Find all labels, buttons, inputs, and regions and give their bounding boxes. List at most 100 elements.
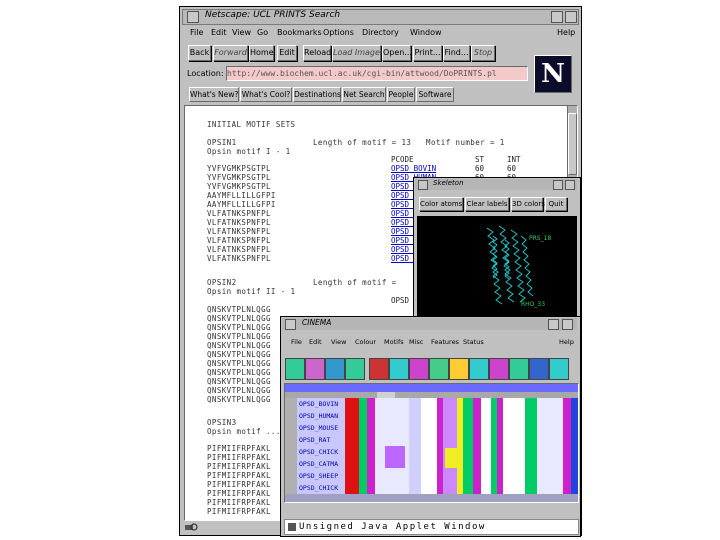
netscape-logo[interactable]: N (534, 55, 572, 93)
open-button[interactable]: Open... (382, 45, 412, 61)
load-images-button[interactable]: Load Images (332, 45, 384, 61)
software-button[interactable]: Software (416, 87, 454, 102)
colour-tool-icon[interactable] (469, 358, 489, 380)
menu-bar: File Edit View Go Bookmarks Options Dire… (184, 27, 578, 41)
reload-button[interactable]: Reload (303, 45, 331, 61)
menu-options[interactable]: Options (323, 28, 354, 37)
motif3-subtitle: Opsin motif ... (207, 427, 281, 436)
find-button[interactable]: Find... (443, 45, 470, 61)
skeleton-window: Skeleton Color atoms Clear labels 3D col… (413, 177, 581, 319)
edit-button[interactable]: Edit (277, 45, 297, 61)
residue-column (473, 398, 481, 502)
maximize-button[interactable] (562, 319, 573, 330)
netscape-title-bar[interactable]: Netscape: UCL PRINTS Search (182, 9, 579, 25)
residue-column (537, 398, 563, 502)
menu-edit[interactable]: Edit (211, 28, 227, 37)
window-menu-button[interactable] (187, 11, 199, 23)
menu-help[interactable]: Help (557, 28, 575, 37)
cinema-menu-view[interactable]: View (331, 338, 346, 346)
menu-file[interactable]: File (190, 28, 203, 37)
sequence-name[interactable]: OPSD_CHICK (299, 484, 338, 492)
sequence-name[interactable]: OPSD_CHICK (299, 448, 338, 456)
print-tool-icon[interactable] (345, 358, 365, 380)
colour-tool-icon[interactable] (389, 358, 409, 380)
back-button[interactable]: Back (188, 45, 211, 61)
cinema-toolbar (285, 357, 577, 380)
menu-go[interactable]: Go (257, 28, 268, 37)
cinema-menu-file[interactable]: File (291, 338, 302, 346)
sequence-row: YVFVGMKPSGTPL (207, 164, 271, 173)
forward-button[interactable]: Forward (213, 45, 248, 61)
cinema-menu-misc[interactable]: Misc (409, 338, 423, 346)
sequence-row: VLFATNKSPNFPL (207, 236, 271, 245)
sequence-name[interactable]: OPSD_SHEEP (299, 472, 338, 480)
whats-cool-button[interactable]: What's Cool? (240, 87, 292, 102)
alignment-view[interactable]: OPSD_BOVIN OPSD_HUMAN OPSD_MOUSE OPSD_RA… (284, 383, 579, 503)
quit-button[interactable]: Quit (545, 197, 567, 211)
color-atoms-button[interactable]: Color atoms (419, 197, 463, 211)
menu-bookmarks[interactable]: Bookmarks (277, 28, 322, 37)
destinations-button[interactable]: Destinations (293, 87, 341, 102)
residue-column (525, 398, 537, 502)
sequence-row: QNSKVTPLNLQGG (207, 305, 271, 314)
cinema-menu-colour[interactable]: Colour (355, 338, 376, 346)
cinema-title-bar[interactable]: CINEMA (282, 318, 577, 330)
load-tool-icon[interactable] (285, 358, 305, 380)
menu-view[interactable]: View (232, 28, 251, 37)
protein-code-link[interactable]: OPSD_BOVIN (391, 164, 436, 173)
menu-window[interactable]: Window (410, 28, 442, 37)
sequence-row: QNSKVTPLNLQGG (207, 323, 271, 332)
security-key-icon[interactable] (184, 522, 198, 532)
clear-labels-button[interactable]: Clear labels (465, 197, 509, 211)
structure-viewer[interactable]: PRS_18 RHO_33 (417, 216, 577, 316)
skeleton-title-bar[interactable]: Skeleton (415, 179, 577, 190)
maximize-button[interactable] (565, 180, 575, 190)
motif2-subtitle: Opsin motif II - 1 (207, 287, 296, 296)
colour-tool-icon[interactable] (409, 358, 429, 380)
sequence-name[interactable]: OPSD_RAT (299, 436, 330, 444)
net-search-button[interactable]: Net Search (342, 87, 386, 102)
find-tool-icon[interactable] (369, 358, 389, 380)
minimize-button[interactable] (553, 180, 563, 190)
sequence-name[interactable]: OPSD_BOVIN (299, 400, 338, 408)
residue-grid[interactable] (345, 398, 578, 502)
cinema-menu-status[interactable]: Status (463, 338, 484, 346)
location-field[interactable]: http://www.biochem.ucl.ac.uk/cgi-bin/att… (226, 66, 528, 81)
sequence-row: PIFMIIFRPFAKL (207, 462, 271, 471)
colour-tool-icon[interactable] (549, 358, 569, 380)
menu-directory[interactable]: Directory (362, 28, 399, 37)
3d-colors-button[interactable]: 3D colors (511, 197, 545, 211)
sequence-row: VLFATNKSPNFPL (207, 245, 271, 254)
residue-label-2: RHO_33 (521, 301, 545, 308)
save-tool-icon[interactable] (325, 358, 345, 380)
residue-column (345, 398, 359, 502)
sequence-name[interactable]: OPSD_MOUSE (299, 424, 338, 432)
sequence-name[interactable]: OPSD_HUMAN (299, 412, 338, 420)
window-menu-button[interactable] (285, 319, 296, 330)
colour-tool-icon[interactable] (509, 358, 529, 380)
cinema-menu-edit[interactable]: Edit (309, 338, 322, 346)
whats-new-button[interactable]: What's New? (189, 87, 239, 102)
sequence-row: QNSKVTPLNLQGG (207, 341, 271, 350)
colour-tool-icon[interactable] (429, 358, 449, 380)
sequence-row: QNSKVTPLNLQGG (207, 350, 271, 359)
page-scroll-thumb[interactable] (568, 113, 577, 175)
home-button[interactable]: Home (249, 45, 274, 61)
stop-button[interactable]: Stop (471, 45, 495, 61)
people-button[interactable]: People (387, 87, 415, 102)
colour-tool-icon[interactable] (529, 358, 549, 380)
cinema-menu-features[interactable]: Features (431, 338, 459, 346)
open-tool-icon[interactable] (305, 358, 325, 380)
residue-column (421, 398, 437, 502)
minimize-button[interactable] (548, 319, 559, 330)
maximize-button[interactable] (565, 11, 577, 23)
window-menu-button[interactable] (418, 180, 428, 190)
cinema-menu-help[interactable]: Help (559, 338, 574, 346)
residue-column (571, 398, 578, 502)
colour-tool-icon[interactable] (449, 358, 469, 380)
sequence-name[interactable]: OPSD_CATMA (299, 460, 338, 468)
print-button[interactable]: Print... (413, 45, 442, 61)
colour-tool-icon[interactable] (489, 358, 509, 380)
cinema-menu-motifs[interactable]: Motifs (384, 338, 404, 346)
minimize-button[interactable] (551, 11, 563, 23)
